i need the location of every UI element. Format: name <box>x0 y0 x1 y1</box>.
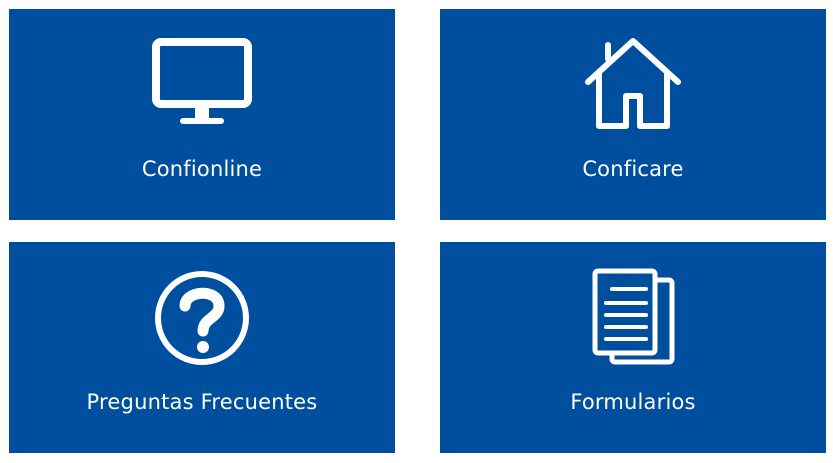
monitor-icon <box>147 35 257 135</box>
tile-conficare[interactable]: Conficare <box>440 9 826 220</box>
tile-confionline[interactable]: Confionline <box>9 9 395 220</box>
quick-links-grid: Confionline Conficare Preguntas Frecuent… <box>0 0 833 463</box>
tile-label: Conficare <box>582 157 684 181</box>
tile-label: Confionline <box>141 157 263 181</box>
documents-icon <box>578 268 688 368</box>
home-icon <box>578 35 688 135</box>
tile-formularios[interactable]: Formularios <box>440 242 826 453</box>
question-circle-icon <box>147 268 257 368</box>
tile-preguntas-frecuentes[interactable]: Preguntas Frecuentes <box>9 242 395 453</box>
tile-label: Formularios <box>570 390 696 414</box>
tile-label: Preguntas Frecuentes <box>86 390 318 414</box>
